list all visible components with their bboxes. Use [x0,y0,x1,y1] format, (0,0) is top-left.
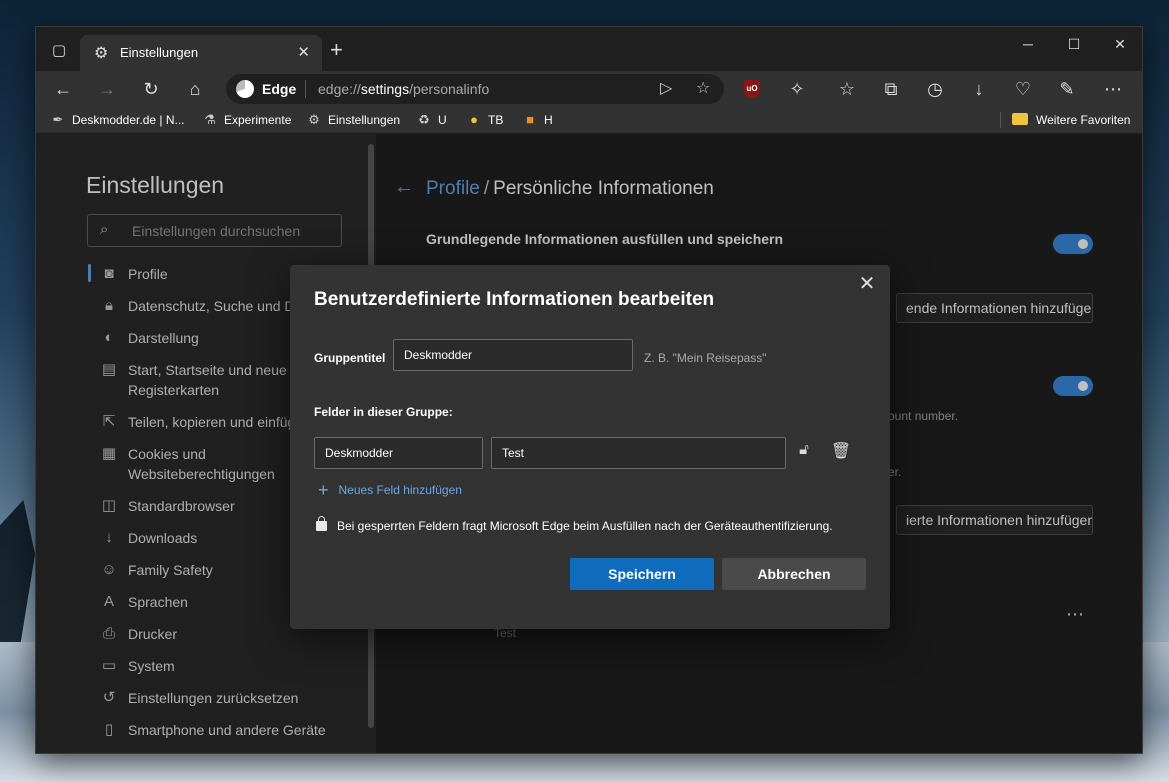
history-icon[interactable]: ◷ [920,75,950,103]
coin-icon: ● [470,112,478,127]
dialog-title: Benutzerdefinierte Informationen bearbei… [314,289,715,310]
field-value-input[interactable] [491,437,786,469]
favorite-tb[interactable]: ● TB [466,111,503,129]
unlock-icon[interactable]: 🔓︎ [794,441,814,463]
dialog-close-icon[interactable]: ✕ [856,273,878,295]
collections-icon[interactable]: ⧉ [876,75,906,103]
gear-icon: ⚙ [94,45,109,62]
downloads-icon[interactable]: ↓ [964,75,994,103]
edit-custom-info-dialog: ✕ Benutzerdefinierte Informationen bearb… [290,265,890,629]
address-bar[interactable]: Edge edge://settings/personalinfo ▷ ☆ [226,74,724,104]
tab-strip: ▢ ⚙ Einstellungen ✕ + ─ ☐ ✕ [36,27,1142,71]
h-fav-icon: ■ [526,112,534,127]
lock-icon [316,516,327,531]
minimize-icon[interactable]: ─ [1006,33,1050,55]
favorites-icon[interactable]: ☆ [832,75,862,103]
group-title-input[interactable] [393,339,633,371]
add-favorite-icon[interactable]: ☆ [696,78,710,98]
browser-essentials-icon[interactable]: ♡ [1008,75,1038,103]
pen-fav-icon: ✒ [52,112,64,127]
tab-close-icon[interactable]: ✕ [297,43,310,61]
folder-icon [1012,113,1028,125]
cancel-button[interactable]: Abbrechen [722,558,866,590]
bin-icon: ♻ [418,112,430,127]
lock-note: Bei gesperrten Feldern fragt Microsoft E… [316,516,833,533]
window-close-icon[interactable]: ✕ [1098,33,1142,55]
favorite-u[interactable]: ♻ U [416,111,447,129]
more-menu-icon[interactable]: ⋯ [1098,75,1128,103]
extension-puzzle-icon[interactable]: ✧ [782,75,812,103]
favorites-bar: ✒ Deskmodder.de | N... ⚗ Experimente ⚙ Eins… [36,107,1142,133]
favorites-folder[interactable]: Weitere Favoriten [1012,111,1130,129]
trash-icon[interactable]: 🗑︎ [830,441,852,463]
favorite-einstellungen[interactable]: ⚙ Einstellungen [306,111,400,129]
browser-window: ▢ ⚙ Einstellungen ✕ + ─ ☐ ✕ ← → ↻ ⌂ Edge… [35,26,1143,754]
favorite-h[interactable]: ■ H [522,111,553,129]
maximize-icon[interactable]: ☐ [1052,33,1096,55]
fields-label: Felder in dieser Gruppe: [314,405,453,419]
tab-settings[interactable]: ⚙ Einstellungen ✕ [80,35,322,71]
pen-icon[interactable]: ✎ [1052,75,1082,103]
save-button[interactable]: Speichern [570,558,714,590]
favorite-deskmodder[interactable]: ✒ Deskmodder.de | N... [50,111,185,129]
favorites-divider [1000,112,1001,128]
edge-logo-icon [236,80,254,98]
tab-title: Einstellungen [120,45,199,60]
favorite-experimente[interactable]: ⚗ Experimente [202,111,291,129]
home-icon[interactable]: ⌂ [180,75,210,103]
address-brand: Edge [262,81,297,97]
address-divider [305,80,306,98]
flask-icon: ⚗ [204,112,216,127]
group-title-hint: Z. B. "Mein Reisepass" [644,351,767,365]
toolbar: ← → ↻ ⌂ Edge edge://settings/personalinf… [36,71,1142,107]
back-icon[interactable]: ← [48,75,78,103]
read-aloud-icon[interactable]: ▷ [660,78,672,98]
tab-actions-icon[interactable]: ▢ [48,41,70,61]
group-title-label: Gruppentitel [314,351,386,365]
forward-icon[interactable]: → [92,75,122,103]
refresh-icon[interactable]: ↻ [136,75,166,103]
ublock-icon[interactable]: uO [744,80,760,98]
gear-icon: ⚙ [308,112,320,127]
field-name-input[interactable] [314,437,483,469]
new-tab-icon[interactable]: + [330,39,343,61]
plus-icon: + [318,480,329,500]
address-url[interactable]: edge://settings/personalinfo [318,81,489,97]
add-field-link[interactable]: + Neues Feld hinzufügen [318,480,462,501]
